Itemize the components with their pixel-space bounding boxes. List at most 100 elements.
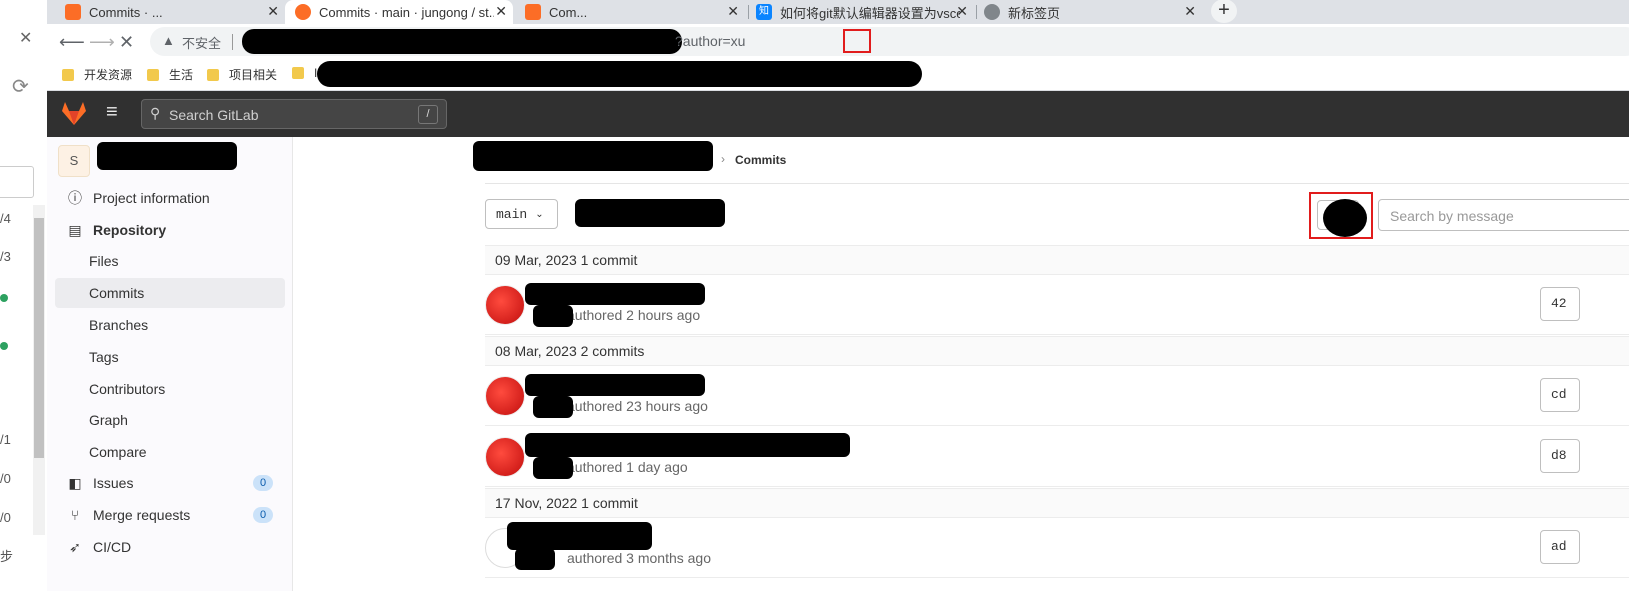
menu-icon[interactable]: ≡ (106, 101, 118, 124)
new-tab-button[interactable]: + (1211, 0, 1237, 23)
redacted-commit-title (525, 283, 705, 305)
sidebar-item-label: Tags (89, 349, 119, 365)
sidebar-item-tags[interactable]: Tags (55, 342, 285, 372)
info-icon: ⓘ (68, 190, 82, 206)
gitlab-logo-icon[interactable] (61, 101, 87, 126)
search-icon: ⚲ (150, 105, 161, 121)
gitlab-icon (65, 4, 81, 20)
chevron-right-icon: › (721, 152, 725, 166)
browser-tab[interactable]: Com... ✕ (517, 0, 745, 24)
back-icon[interactable]: ⟵ (59, 32, 85, 53)
bookmark-folder[interactable]: 生活 (147, 66, 193, 83)
sidebar-item-compare[interactable]: Compare (55, 437, 285, 467)
commit-row[interactable]: authored 1 day ago d8 (485, 427, 1629, 487)
tab-title: 新标签页 (1008, 5, 1061, 21)
project-avatar[interactable]: S (58, 145, 90, 177)
sidebar-item-branches[interactable]: Branches (55, 310, 285, 340)
address-bar[interactable]: ▲ 不安全 ?author=xu (150, 27, 1629, 56)
redacted-author-name (533, 305, 573, 327)
day-date: 08 Mar, 2023 (495, 343, 577, 359)
commit-sha-button[interactable]: cd (1540, 378, 1580, 412)
day-date: 17 Nov, 2022 (495, 495, 578, 511)
close-icon[interactable]: ✕ (495, 3, 507, 20)
browser-tab[interactable]: Commits · ... ✕ (57, 0, 285, 24)
status-dot (0, 342, 8, 350)
commit-sha-button[interactable]: ad (1540, 530, 1580, 564)
commit-row[interactable]: authored 2 hours ago 42 (485, 275, 1629, 335)
sidebar-item-commits[interactable]: Commits (55, 278, 285, 308)
bookmark-label: 生活 (169, 68, 194, 82)
sidebar-item-repository[interactable]: ▤ Repository (55, 215, 285, 245)
day-date: 09 Mar, 2023 (495, 252, 577, 268)
shortcut-key: / (418, 105, 438, 124)
sidebar-item-label: Compare (89, 444, 147, 460)
day-count: 2 commits (580, 343, 645, 359)
commit-sha-button[interactable]: 42 (1540, 287, 1580, 321)
security-label[interactable]: 不安全 (182, 33, 221, 52)
close-icon[interactable]: ✕ (267, 3, 279, 20)
redacted-commit-title (525, 374, 705, 396)
sidebar-item-issues[interactable]: ◧ Issues 0 (55, 468, 285, 498)
sidebar-item-label: CI/CD (93, 539, 132, 555)
avatar[interactable] (485, 285, 525, 325)
forward-icon[interactable]: ⟶ (89, 32, 115, 53)
sidebar-item-ci-cd[interactable]: ➶ CI/CD (55, 532, 285, 562)
browser-tab[interactable]: 知 如何将git默认编辑器设置为vsco... ✕ (752, 0, 974, 24)
sidebar-item-contributors[interactable]: Contributors (55, 374, 285, 404)
redacted-project-name (97, 142, 237, 170)
commit-sha-button[interactable]: d8 (1540, 439, 1580, 473)
day-header: 17 Nov, 2022 1 commit (485, 488, 1629, 518)
zhihu-icon: 知 (756, 4, 772, 20)
sidebar-item-graph[interactable]: Graph (55, 405, 285, 435)
commit-row[interactable]: authored 3 months ago ad (485, 518, 1629, 578)
search-input[interactable]: ⚲ Search GitLab / (141, 99, 447, 129)
highlight-box (843, 29, 871, 53)
refresh-icon[interactable]: ⟳ (12, 74, 29, 99)
url-text[interactable]: ?author=xu (675, 33, 745, 49)
browser-tab-active[interactable]: Commits · main · jungong / st... ✕ (285, 0, 513, 24)
fragment-text: /0 (0, 471, 11, 486)
breadcrumb-current[interactable]: Commits (735, 153, 786, 167)
sidebar-item-merge-requests[interactable]: ⑂ Merge requests 0 (55, 500, 285, 530)
omnibox-divider (232, 34, 233, 50)
stop-icon[interactable]: ✕ (119, 32, 134, 53)
repository-icon: ▤ (68, 221, 82, 238)
day-count: 1 commit (581, 495, 638, 511)
tab-divider (976, 5, 977, 19)
bookmark-folder[interactable]: 项目相关 (207, 66, 277, 83)
gitlab-header: ≡ ⚲ Search GitLab / (47, 91, 1629, 137)
close-icon[interactable]: ✕ (19, 28, 32, 48)
message-search-input[interactable]: Search by message (1378, 199, 1629, 231)
sidebar-item-project-information[interactable]: ⓘ Project information (55, 183, 285, 213)
browser-tab[interactable]: 新标签页 ✕ (980, 0, 1202, 24)
background-window-input[interactable] (0, 166, 34, 198)
warning-icon[interactable]: ▲ (162, 33, 175, 48)
fragment-text: /3 (0, 249, 11, 264)
close-icon[interactable]: ✕ (727, 3, 739, 20)
close-icon[interactable]: ✕ (1184, 3, 1196, 20)
gitlab-icon (525, 4, 541, 20)
tab-title: Commits · ... (89, 4, 163, 20)
scrollbar-thumb[interactable] (34, 218, 44, 458)
close-icon[interactable]: ✕ (956, 3, 968, 20)
sidebar-item-label: Contributors (89, 381, 166, 397)
globe-icon (984, 4, 1000, 20)
branch-dropdown[interactable]: main ⌄ (485, 199, 558, 229)
redacted-breadcrumb (473, 141, 713, 171)
tab-title: Commits · main · jungong / st... (319, 4, 494, 20)
sidebar-item-files[interactable]: Files (55, 246, 285, 276)
avatar[interactable] (485, 437, 525, 477)
commit-row[interactable]: authored 23 hours ago cd (485, 366, 1629, 426)
browser-toolbar: ⟵ ⟶ ✕ ▲ 不安全 ?author=xu (47, 24, 1629, 60)
rocket-icon: ➶ (69, 538, 81, 555)
merge-request-icon: ⑂ (70, 507, 80, 523)
redacted-url (242, 29, 682, 54)
bookmarks-bar: 开发资源 生活 项目相关 In (47, 60, 1629, 91)
search-placeholder: Search by message (1390, 208, 1514, 224)
highlight-box (1309, 192, 1373, 239)
chevron-down-icon: ⌄ (535, 208, 544, 220)
avatar[interactable] (485, 376, 525, 416)
bookmark-folder[interactable]: 开发资源 (62, 66, 132, 83)
issues-icon: ◧ (68, 474, 82, 491)
redacted-author-name (533, 396, 573, 418)
